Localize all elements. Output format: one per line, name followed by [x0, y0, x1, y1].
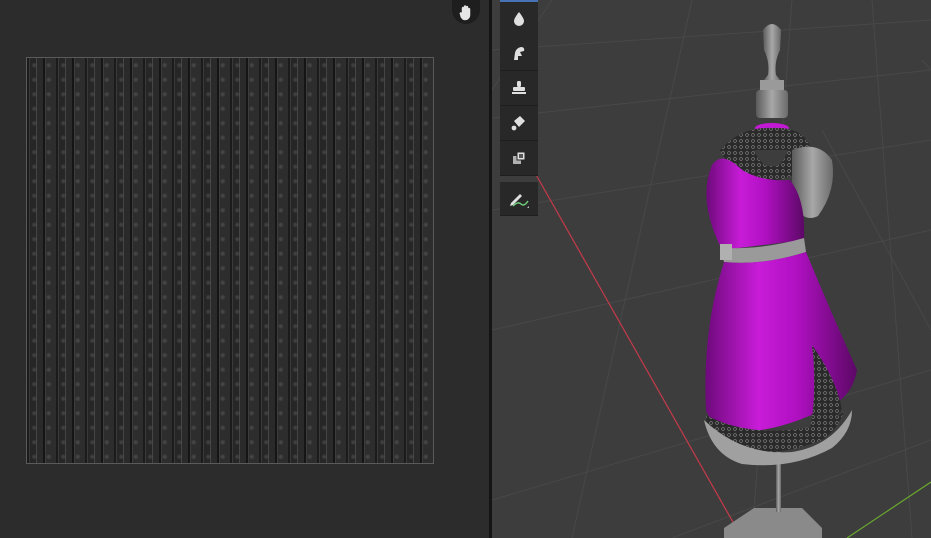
brush-drop-icon: [514, 12, 524, 26]
fill-tool-button[interactable]: [500, 106, 538, 141]
image-editor-area[interactable]: [0, 0, 489, 538]
smear-tool-button[interactable]: [500, 36, 538, 71]
smear-icon: [514, 47, 525, 60]
floor-grid: [492, 0, 931, 538]
clone-tool-button[interactable]: [500, 71, 538, 106]
paint-bucket-icon: [511, 116, 525, 131]
viewport-scene: [492, 0, 931, 538]
annotate-tool-button[interactable]: [500, 182, 538, 216]
y-axis-line: [846, 481, 931, 538]
mannequin-finial: [763, 24, 781, 80]
pan-view-button[interactable]: [452, 0, 480, 24]
draw-tool-button[interactable]: [500, 0, 538, 37]
mask-icon: [513, 151, 526, 164]
hand-icon: [459, 5, 471, 21]
annotate-pencil-icon: [510, 193, 529, 208]
3d-viewport[interactable]: [492, 0, 931, 538]
stamp-icon: [512, 81, 526, 94]
texture-image[interactable]: [26, 57, 434, 464]
mask-tool-button[interactable]: [500, 141, 538, 176]
